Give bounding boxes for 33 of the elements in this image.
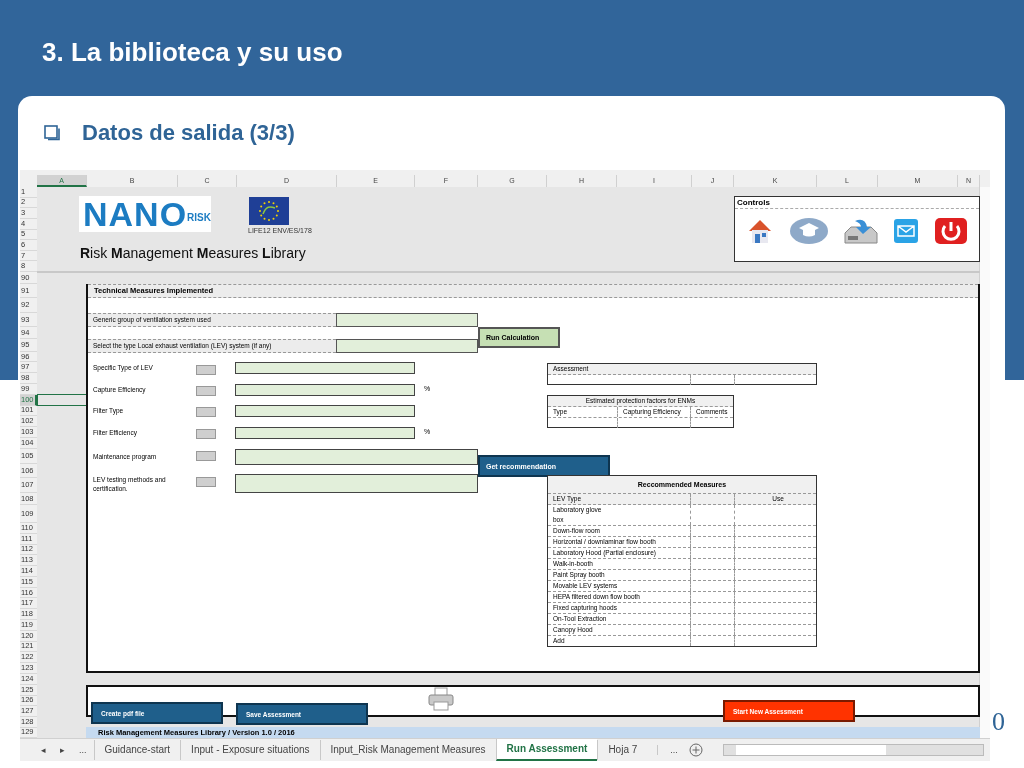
sheet-tab[interactable]: Run Assessment <box>495 739 598 761</box>
input-field[interactable] <box>235 449 478 465</box>
checkbox-bullet-icon <box>44 125 60 141</box>
library-title: Risk Management Measures Library <box>80 245 306 261</box>
slide-number: 0 <box>992 707 1005 737</box>
mail-icon[interactable] <box>893 218 920 244</box>
input-field[interactable] <box>235 474 478 493</box>
sheet-nav-button[interactable]: ▸ <box>53 745 72 755</box>
power-icon[interactable] <box>933 217 968 245</box>
download-tray-icon[interactable] <box>842 217 879 245</box>
input-field[interactable] <box>235 362 415 374</box>
controls-title: Controls <box>735 197 979 209</box>
sheet-nav-button[interactable]: ◂ <box>34 745 53 755</box>
more-sheets-button[interactable]: ... <box>657 745 685 755</box>
sheet-tab[interactable]: Guidance-start <box>93 740 181 760</box>
slide-title: 3. La biblioteca y su uso <box>41 36 344 69</box>
horizontal-scrollbar[interactable] <box>722 744 984 756</box>
selected-cell[interactable] <box>37 394 87 406</box>
add-sheet-icon[interactable] <box>688 743 703 757</box>
sheet-tab[interactable]: Input - Exposure situations <box>180 740 320 760</box>
input-field[interactable] <box>235 384 415 396</box>
sheet-tab[interactable]: Input_Risk Management Measures <box>319 740 496 760</box>
slide-heading: Datos de salida (3/3) <box>82 120 295 146</box>
graduation-cap-icon[interactable] <box>788 217 829 245</box>
input-field[interactable] <box>235 405 415 417</box>
printer-icon[interactable] <box>428 687 454 711</box>
sheet-tab[interactable]: Hoja 7 <box>597 740 648 760</box>
vertical-scrollbar[interactable] <box>979 187 990 738</box>
eu-flag-icon <box>249 197 289 225</box>
dropdown-field[interactable] <box>336 339 478 353</box>
sheet-nav-button[interactable]: ... <box>72 745 94 755</box>
dropdown-field[interactable] <box>336 313 478 327</box>
input-field[interactable] <box>235 427 415 439</box>
